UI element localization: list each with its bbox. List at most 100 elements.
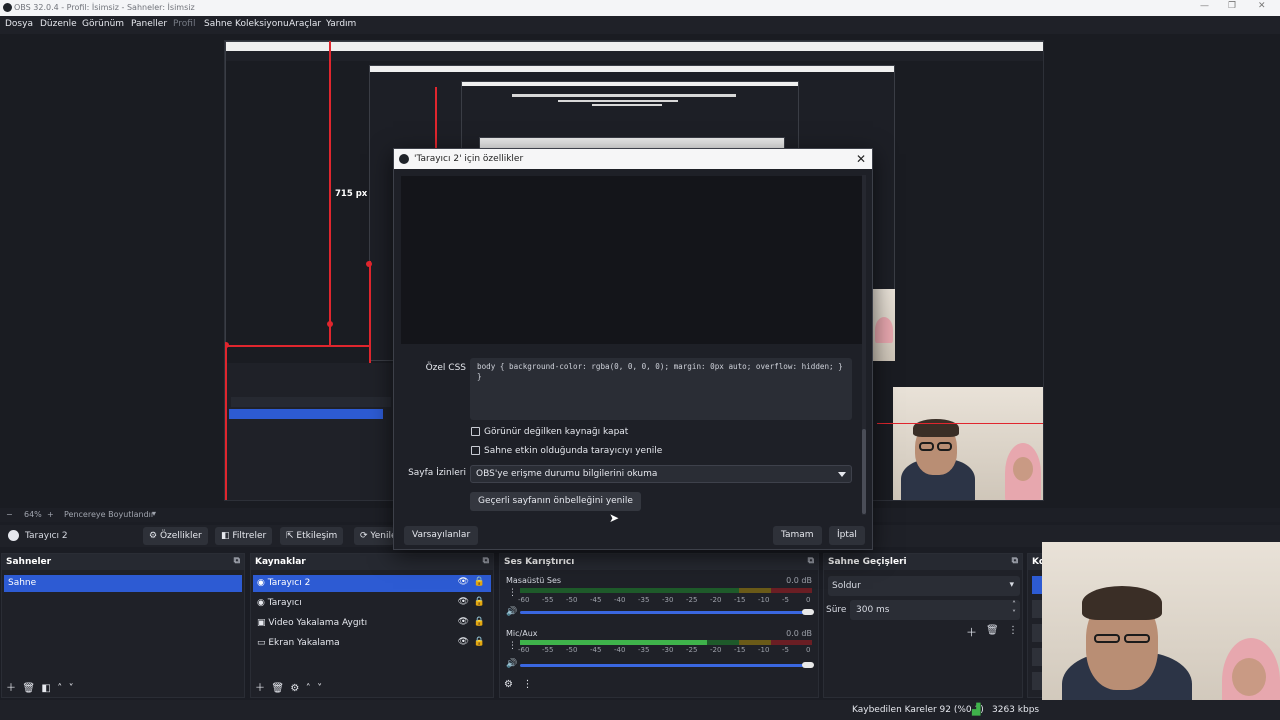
minimize-icon[interactable]: — xyxy=(1200,1,1209,11)
undock-icon[interactable]: ⧉ xyxy=(234,556,240,566)
menu-dots-icon[interactable]: ⋮ xyxy=(508,588,517,598)
transition-select[interactable]: Soldur ▾ xyxy=(828,576,1020,596)
menu-edit[interactable]: Düzenle xyxy=(40,19,77,29)
trash-icon[interactable]: 🗑 xyxy=(22,683,35,694)
status-bar: Kaybedilen Kareler 92 (%0.1) ▟ 3263 kbps xyxy=(0,700,1280,720)
close-icon[interactable]: ✕ xyxy=(1258,1,1266,11)
lock-icon[interactable]: 🔒 xyxy=(474,617,485,627)
arrow-down-icon[interactable]: ˅ xyxy=(317,683,322,694)
selection-handle[interactable] xyxy=(327,321,333,327)
menu-help[interactable]: Yardım xyxy=(326,19,356,29)
chevron-down-icon[interactable]: ▾ xyxy=(152,509,156,518)
meter-tick-label: -50 xyxy=(566,646,578,654)
scene-item[interactable]: Sahne xyxy=(4,575,242,592)
shutdown-checkbox[interactable] xyxy=(471,427,480,436)
arrow-up-icon[interactable]: ˄ xyxy=(57,683,62,694)
meter-scale: -60 -55 -50 -45 -40 -35 -30 -25 -20 -15 -10 -5 0 xyxy=(518,596,820,605)
scrollbar-thumb[interactable] xyxy=(862,429,866,514)
trash-icon[interactable]: 🗑 xyxy=(271,683,284,694)
menu-dots-icon[interactable]: ⋮ xyxy=(523,679,533,690)
transitions-header: Sahne Geçişleri xyxy=(828,557,907,567)
menu-scene-collection[interactable]: Sahne Koleksiyonu xyxy=(204,19,289,29)
spin-down-icon[interactable]: ˅ xyxy=(1012,609,1016,618)
meter-tick-label: -30 xyxy=(662,596,674,604)
undock-icon[interactable]: ⧉ xyxy=(483,556,489,566)
selection-handle[interactable] xyxy=(366,261,372,267)
source-item[interactable]: ▣ Video Yakalama Aygıtı 👁 🔒 xyxy=(253,615,491,632)
nested-webcam-image xyxy=(873,289,895,361)
zoom-mode[interactable]: Pencereye Boyutlandır xyxy=(64,510,154,519)
transition-type: Soldur xyxy=(832,581,861,591)
volume-slider[interactable] xyxy=(520,609,814,615)
meter-tick-label: -50 xyxy=(566,596,578,604)
browser-source-icon xyxy=(8,530,19,541)
advanced-audio-icon[interactable]: ⚙ xyxy=(504,679,513,690)
menu-docks[interactable]: Paneller xyxy=(131,19,167,29)
source-item[interactable]: ◉ Tarayıcı 2 👁 🔒 xyxy=(253,575,491,592)
transitions-panel: Sahne Geçişleri ⧉ Soldur ▾ Süre 300 ms ˄ … xyxy=(823,553,1023,698)
trash-icon[interactable]: 🗑 xyxy=(986,625,999,636)
meter-scale: -60 -55 -50 -45 -40 -35 -30 -25 -20 -15 -10 -5 0 xyxy=(518,646,820,655)
menu-file[interactable]: Dosya xyxy=(5,19,33,29)
add-icon[interactable]: ＋ xyxy=(255,683,265,694)
menu-view[interactable]: Görünüm xyxy=(82,19,124,29)
menu-profile[interactable]: Profil xyxy=(173,19,195,29)
zoom-in-icon[interactable]: + xyxy=(47,510,54,519)
eye-icon[interactable]: 👁 xyxy=(458,597,469,607)
lock-icon[interactable]: 🔒 xyxy=(474,597,485,607)
properties-label: Özellikler xyxy=(159,531,202,541)
lock-icon[interactable]: 🔒 xyxy=(474,637,485,647)
eye-icon[interactable]: 👁 xyxy=(458,577,469,587)
meter-tick-label: -10 xyxy=(758,646,770,654)
meter-tick-label: -20 xyxy=(710,596,722,604)
custom-css-input[interactable]: body { background-color: rgba(0, 0, 0, 0… xyxy=(470,358,852,420)
gear-icon[interactable]: ⚙ xyxy=(290,683,299,694)
defaults-button[interactable]: Varsayılanlar xyxy=(404,526,479,545)
menu-dots-icon[interactable]: ⋮ xyxy=(1008,625,1018,636)
source-item[interactable]: ▭ Ekran Yakalama 👁 🔒 xyxy=(253,635,491,652)
maximize-icon[interactable]: ❐ xyxy=(1228,1,1236,11)
volume-knob[interactable] xyxy=(802,609,814,615)
eye-icon[interactable]: 👁 xyxy=(458,617,469,627)
speaker-icon[interactable]: 🔊 xyxy=(506,659,517,669)
add-icon[interactable]: ＋ xyxy=(966,624,977,640)
controls-button[interactable] xyxy=(1032,672,1042,690)
zoom-out-icon[interactable]: − xyxy=(6,510,13,519)
source-item[interactable]: ◉ Tarayıcı 👁 🔒 xyxy=(253,595,491,612)
filters-button[interactable]: ◧ Filtreler xyxy=(215,527,273,545)
lock-icon[interactable]: 🔒 xyxy=(474,577,485,587)
filter-icon[interactable]: ◧ xyxy=(41,683,50,694)
custom-css-label: Özel CSS xyxy=(425,363,466,373)
controls-button[interactable] xyxy=(1032,576,1042,594)
refresh-scene-checkbox[interactable] xyxy=(471,446,480,455)
ok-button[interactable]: Tamam xyxy=(773,526,822,545)
refresh-cache-button[interactable]: Geçerli sayfanın önbelleğini yenile xyxy=(470,492,641,511)
controls-button[interactable] xyxy=(1032,648,1042,666)
close-icon[interactable]: ✕ xyxy=(856,152,866,166)
arrow-up-icon[interactable]: ˄ xyxy=(306,683,311,694)
browser-source-icon: ◉ xyxy=(257,578,268,588)
volume-slider[interactable] xyxy=(520,662,814,668)
spin-up-icon[interactable]: ˄ xyxy=(1012,600,1016,609)
monitor-icon: ▭ xyxy=(257,638,269,648)
duration-label: Süre xyxy=(826,605,847,615)
arrow-down-icon[interactable]: ˅ xyxy=(69,683,74,694)
refresh-button[interactable]: ⟳ Yenile xyxy=(354,527,394,545)
speaker-icon[interactable]: 🔊 xyxy=(506,607,517,617)
eye-icon[interactable]: 👁 xyxy=(458,637,469,647)
controls-button[interactable] xyxy=(1032,624,1042,642)
permissions-select[interactable]: OBS'ye erişme durumu bilgilerini okuma xyxy=(470,465,852,483)
interact-button[interactable]: ⇱ Etkileşim xyxy=(280,527,344,545)
controls-button[interactable] xyxy=(1032,600,1042,618)
webcam-overlay xyxy=(1042,542,1280,720)
mouse-cursor: ➤ xyxy=(609,511,620,525)
properties-button[interactable]: ⚙ Özellikler xyxy=(143,527,208,545)
menu-tools[interactable]: Araçlar xyxy=(289,19,321,29)
undock-icon[interactable]: ⧉ xyxy=(1012,556,1018,566)
duration-spinbox[interactable]: 300 ms ˄ ˅ xyxy=(850,600,1020,620)
volume-knob[interactable] xyxy=(802,662,814,668)
menu-dots-icon[interactable]: ⋮ xyxy=(508,641,517,651)
add-icon[interactable]: ＋ xyxy=(6,683,16,694)
cancel-button[interactable]: İptal xyxy=(829,526,865,545)
undock-icon[interactable]: ⧉ xyxy=(808,556,814,566)
